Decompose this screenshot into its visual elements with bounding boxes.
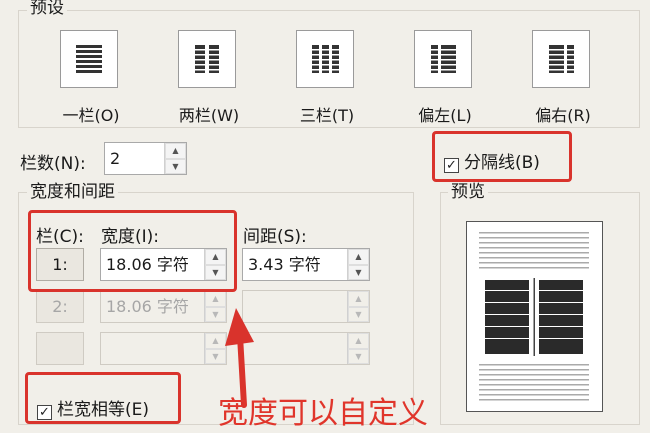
preset-two-columns[interactable]: 两栏(W) — [178, 30, 240, 125]
width-spacing-title: 宽度和间距 — [27, 182, 118, 202]
annotation-text: 宽度可以自定义 — [218, 396, 428, 431]
chevron-up-icon: ▲ — [348, 291, 369, 307]
column-number-3 — [36, 332, 84, 365]
preset-right[interactable]: 偏右(R) — [532, 30, 594, 125]
one-column-icon — [60, 30, 118, 88]
chevron-up-icon: ▲ — [348, 333, 369, 349]
spacing-stepper-3: ▲ ▼ — [242, 332, 370, 365]
highlight-equal-width — [25, 372, 181, 424]
highlight-separator — [432, 131, 572, 182]
chevron-down-icon[interactable]: ▼ — [348, 264, 369, 280]
column-count-stepper[interactable]: 2 ▲ ▼ — [104, 142, 187, 175]
spacing-header: 间距(S): — [243, 227, 307, 247]
left-column-icon — [414, 30, 472, 88]
stepper-buttons[interactable]: ▲ ▼ — [347, 249, 369, 280]
presets-title: 预设 — [27, 0, 67, 18]
preset-right-label: 偏右(R) — [535, 106, 591, 125]
spacing-value-1[interactable]: 3.43 字符 — [243, 249, 347, 280]
preview-title: 预览 — [448, 182, 488, 202]
chevron-up-icon[interactable]: ▲ — [165, 143, 186, 159]
chevron-up-icon[interactable]: ▲ — [348, 249, 369, 265]
preset-three-columns[interactable]: 三栏(T) — [296, 30, 358, 125]
preset-one-column-label: 一栏(O) — [62, 106, 120, 125]
chevron-down-icon: ▼ — [348, 306, 369, 322]
width-value-2: 18.06 字符 — [106, 297, 189, 316]
width-stepper-2: 18.06 字符 ▲ ▼ — [100, 290, 227, 323]
chevron-down-icon[interactable]: ▼ — [165, 158, 186, 174]
preset-two-columns-label: 两栏(W) — [178, 106, 240, 125]
stepper-buttons: ▲ ▼ — [347, 333, 369, 364]
column-count-value[interactable]: 2 — [105, 143, 164, 174]
spacing-stepper-2: ▲ ▼ — [242, 290, 370, 323]
two-column-icon — [178, 30, 236, 88]
stepper-buttons: ▲ ▼ — [347, 291, 369, 322]
stepper-buttons[interactable]: ▲ ▼ — [164, 143, 186, 174]
spacing-stepper-1[interactable]: 3.43 字符 ▲ ▼ — [242, 248, 370, 281]
three-column-icon — [296, 30, 354, 88]
width-value-3 — [101, 333, 204, 364]
highlight-width — [28, 210, 237, 292]
preview-page — [466, 221, 603, 412]
preset-left-label: 偏左(L) — [418, 106, 472, 125]
preset-one-column[interactable]: 一栏(O) — [60, 30, 122, 125]
preset-left[interactable]: 偏左(L) — [414, 30, 476, 125]
chevron-down-icon: ▼ — [348, 348, 369, 364]
preset-three-columns-label: 三栏(T) — [299, 106, 355, 125]
preview-page-lines-icon — [479, 232, 589, 401]
right-column-icon — [532, 30, 590, 88]
column-count-label: 栏数(N): — [20, 154, 86, 174]
column-number-2: 2: — [36, 290, 84, 323]
width-stepper-3: ▲ ▼ — [100, 332, 227, 365]
